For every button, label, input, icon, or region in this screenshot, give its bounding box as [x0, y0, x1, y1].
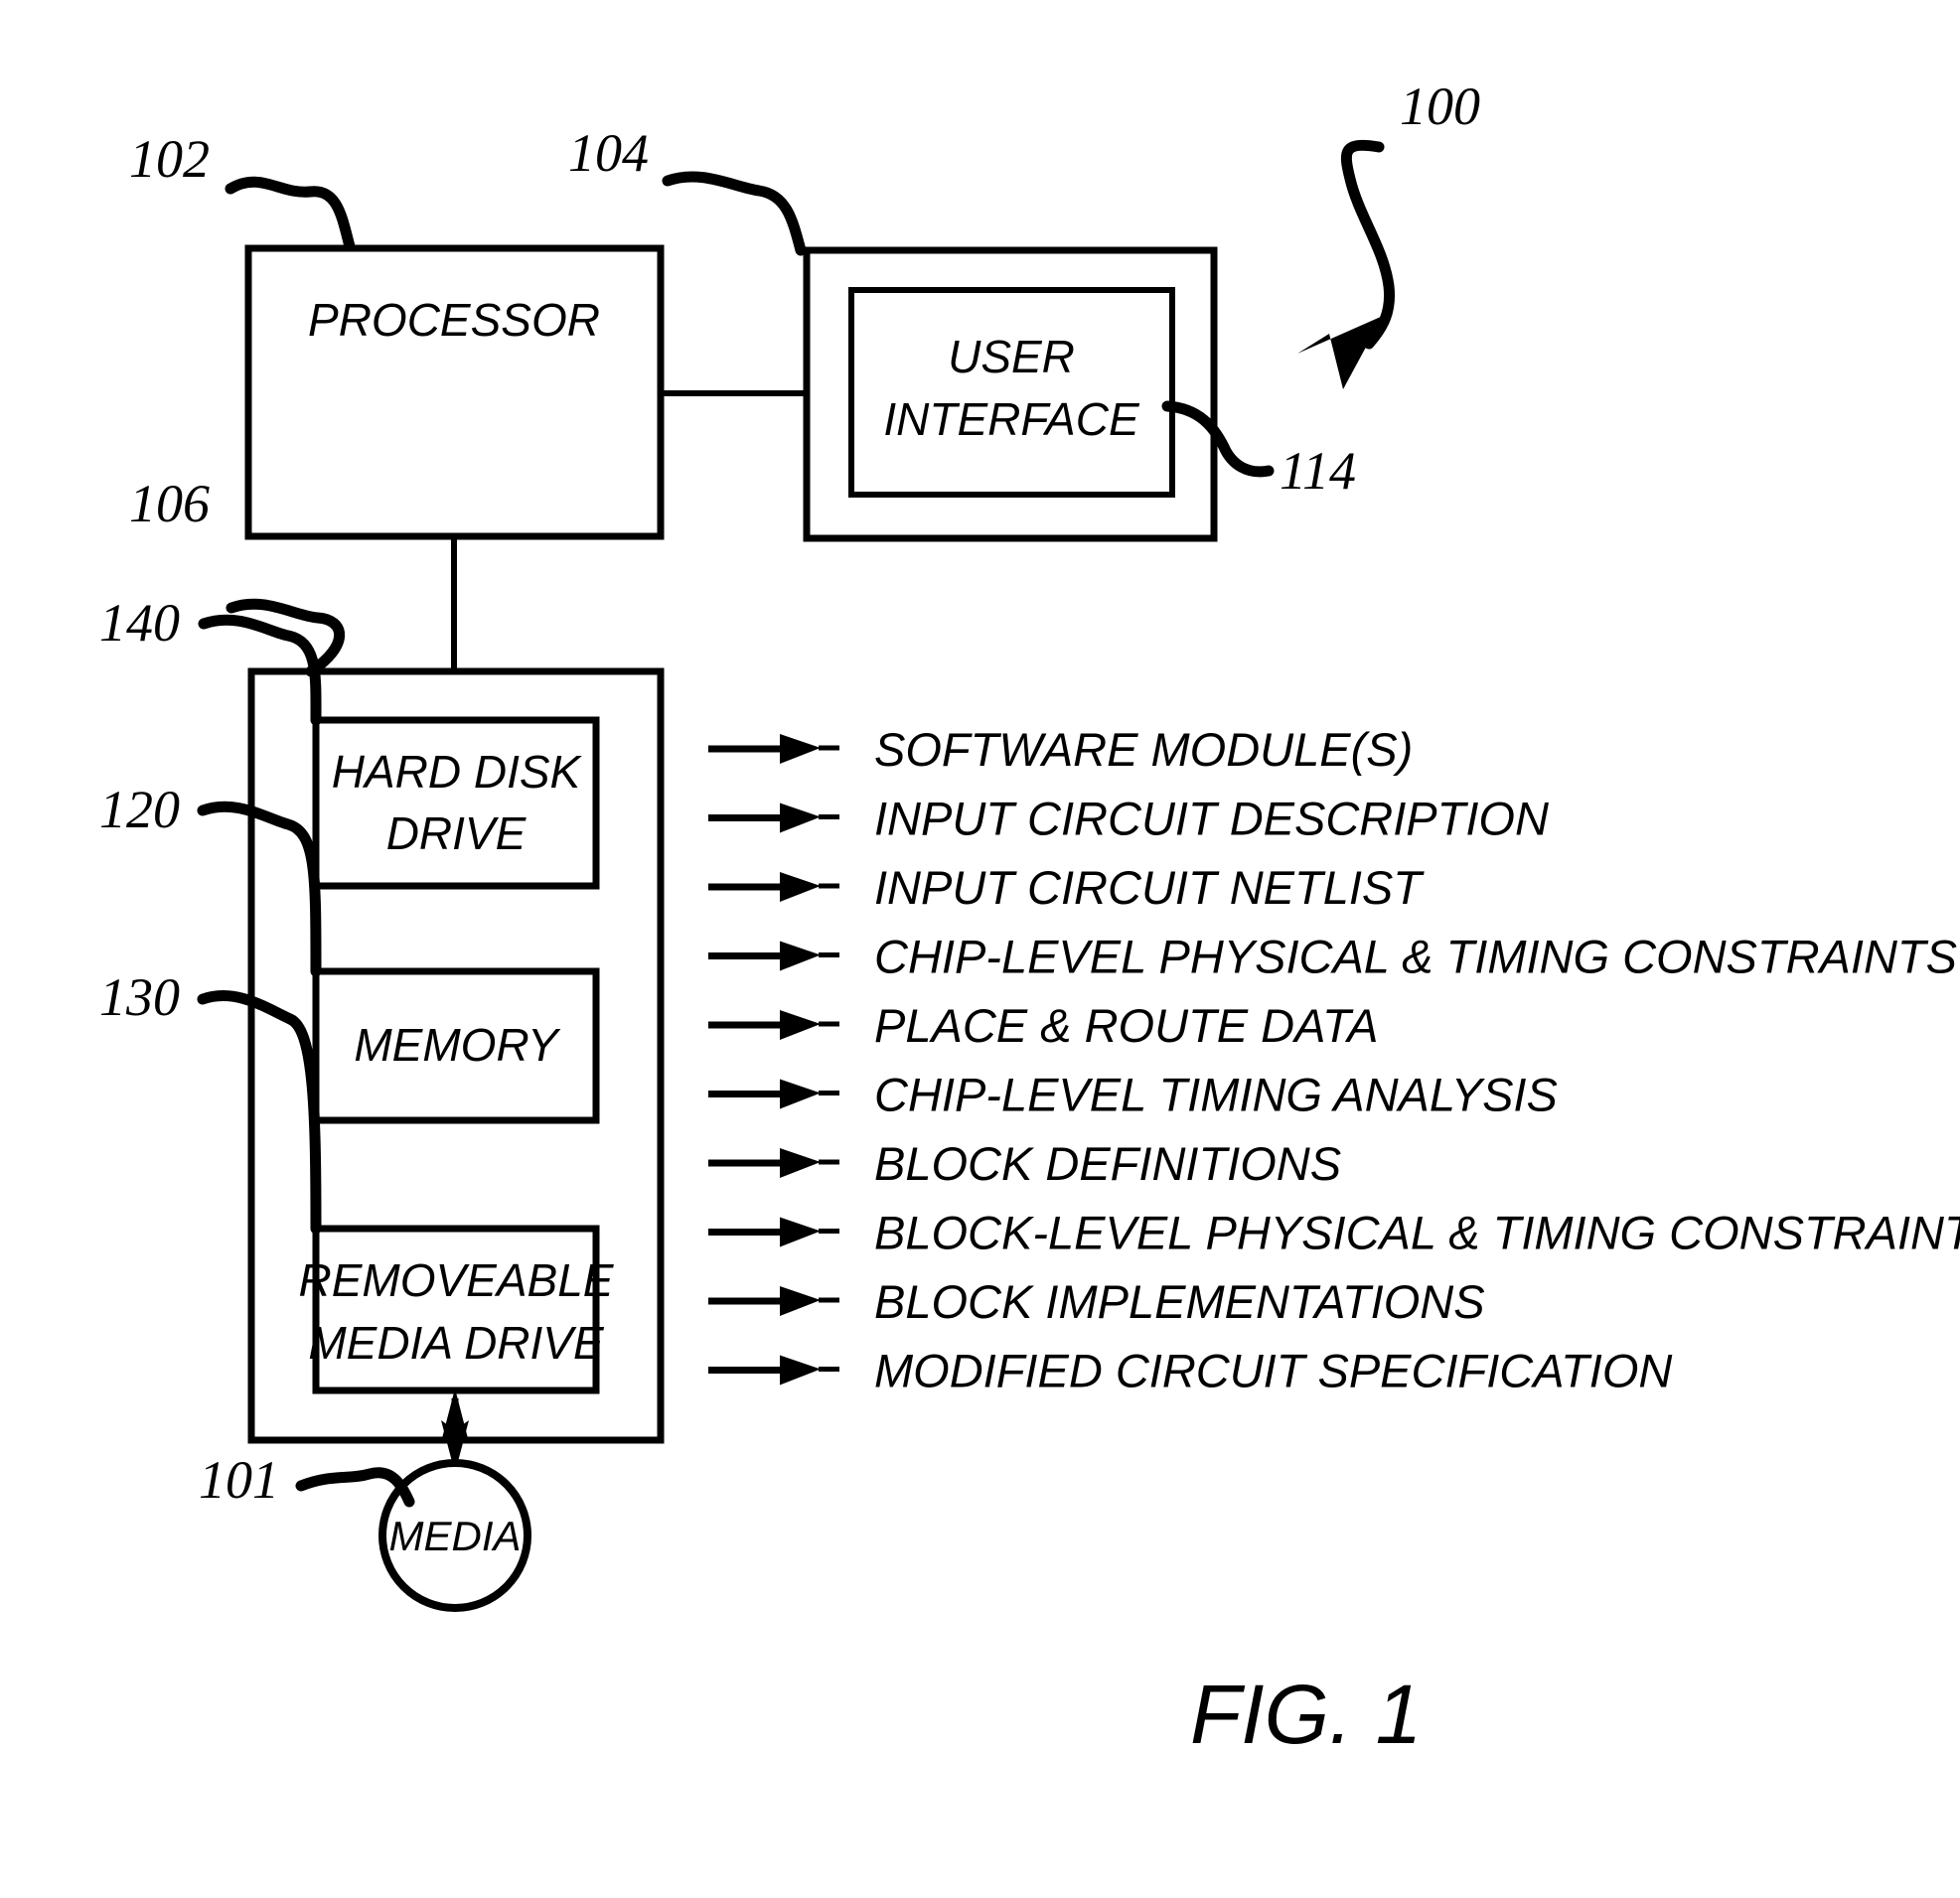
data-item-row: BLOCK IMPLEMENTATIONS — [708, 1275, 1485, 1328]
patent-figure-canvas: 100 PROCESSOR 102 USER INTERFACE 104 114… — [0, 0, 1960, 1898]
data-item-row: PLACE & ROUTE DATA — [708, 999, 1379, 1052]
data-item-row: SOFTWARE MODULE(S) — [708, 723, 1413, 776]
data-item-label: CHIP-LEVEL PHYSICAL & TIMING CONSTRAINTS — [874, 931, 1957, 983]
data-item-row: CHIP-LEVEL PHYSICAL & TIMING CONSTRAINTS — [708, 931, 1957, 983]
data-item-label: INPUT CIRCUIT DESCRIPTION — [874, 793, 1549, 845]
ref-120: 120 — [99, 780, 180, 839]
data-item-label: MODIFIED CIRCUIT SPECIFICATION — [874, 1345, 1672, 1397]
ref-100: 100 — [1400, 76, 1480, 136]
data-item-arrowhead-icon — [780, 734, 821, 764]
data-item-label: BLOCK-LEVEL PHYSICAL & TIMING CONSTRAINT… — [874, 1207, 1960, 1259]
hard-disk-drive-label-line2: DRIVE — [386, 807, 528, 859]
data-item-arrowhead-icon — [780, 1010, 821, 1040]
data-item-row: INPUT CIRCUIT NETLIST — [708, 861, 1425, 914]
data-item-arrowhead-icon — [780, 1355, 821, 1386]
data-item-label: BLOCK IMPLEMENTATIONS — [874, 1275, 1485, 1328]
data-item-arrowhead-icon — [780, 1217, 821, 1247]
data-item-row: BLOCK-LEVEL PHYSICAL & TIMING CONSTRAINT… — [708, 1207, 1960, 1259]
data-item-arrowhead-icon — [780, 1286, 821, 1316]
data-item-arrowhead-icon — [780, 1148, 821, 1178]
removeable-media-drive-label-line2: MEDIA DRIVE — [308, 1317, 605, 1369]
data-item-label: INPUT CIRCUIT NETLIST — [874, 861, 1425, 914]
ref-102: 102 — [129, 129, 210, 189]
media-label: MEDIA — [388, 1513, 521, 1559]
ref-102-leader — [225, 176, 356, 252]
user-interface-label-line1: USER — [948, 331, 1075, 382]
data-items-list: SOFTWARE MODULE(S) INPUT CIRCUIT DESCRIPT… — [708, 723, 1960, 1397]
processor-block — [244, 244, 665, 540]
data-item-row: CHIP-LEVEL TIMING ANALYSIS — [708, 1069, 1558, 1121]
data-item-label: BLOCK DEFINITIONS — [874, 1137, 1341, 1190]
ref-140: 140 — [99, 593, 180, 653]
data-item-arrowhead-icon — [780, 941, 821, 971]
ref-120-leader — [197, 801, 322, 977]
ref-106: 106 — [129, 474, 210, 533]
ref-114: 114 — [1280, 441, 1356, 501]
hard-disk-drive-label-line1: HARD DISK — [332, 746, 583, 798]
figure-label: FIG. 1 — [1190, 1668, 1422, 1761]
data-item-row: BLOCK DEFINITIONS — [708, 1137, 1341, 1190]
ref-130-leader — [197, 990, 322, 1235]
figure-1-block-diagram: 100 PROCESSOR 102 USER INTERFACE 104 114… — [99, 76, 1960, 1761]
user-interface-label-line2: INTERFACE — [883, 393, 1140, 445]
data-item-row: INPUT CIRCUIT DESCRIPTION — [708, 793, 1549, 845]
data-item-label: SOFTWARE MODULE(S) — [874, 723, 1413, 776]
ref-104-leader — [662, 171, 807, 256]
ref-104: 104 — [568, 123, 649, 183]
data-item-arrowhead-icon — [780, 803, 821, 833]
ref-130: 130 — [99, 967, 180, 1027]
data-item-row: MODIFIED CIRCUIT SPECIFICATION — [708, 1345, 1672, 1397]
data-item-arrowhead-icon — [780, 872, 821, 902]
removeable-media-drive-label-line1: REMOVEABLE — [299, 1254, 615, 1306]
ref-114-leader — [1161, 400, 1275, 478]
processor-label: PROCESSOR — [308, 294, 600, 346]
memory-label: MEMORY — [354, 1019, 561, 1071]
data-item-label: PLACE & ROUTE DATA — [874, 999, 1379, 1052]
data-item-label: CHIP-LEVEL TIMING ANALYSIS — [874, 1069, 1558, 1121]
data-item-arrowhead-icon — [780, 1079, 821, 1109]
ref-101: 101 — [199, 1450, 279, 1510]
system-ref-leader — [1297, 139, 1396, 389]
